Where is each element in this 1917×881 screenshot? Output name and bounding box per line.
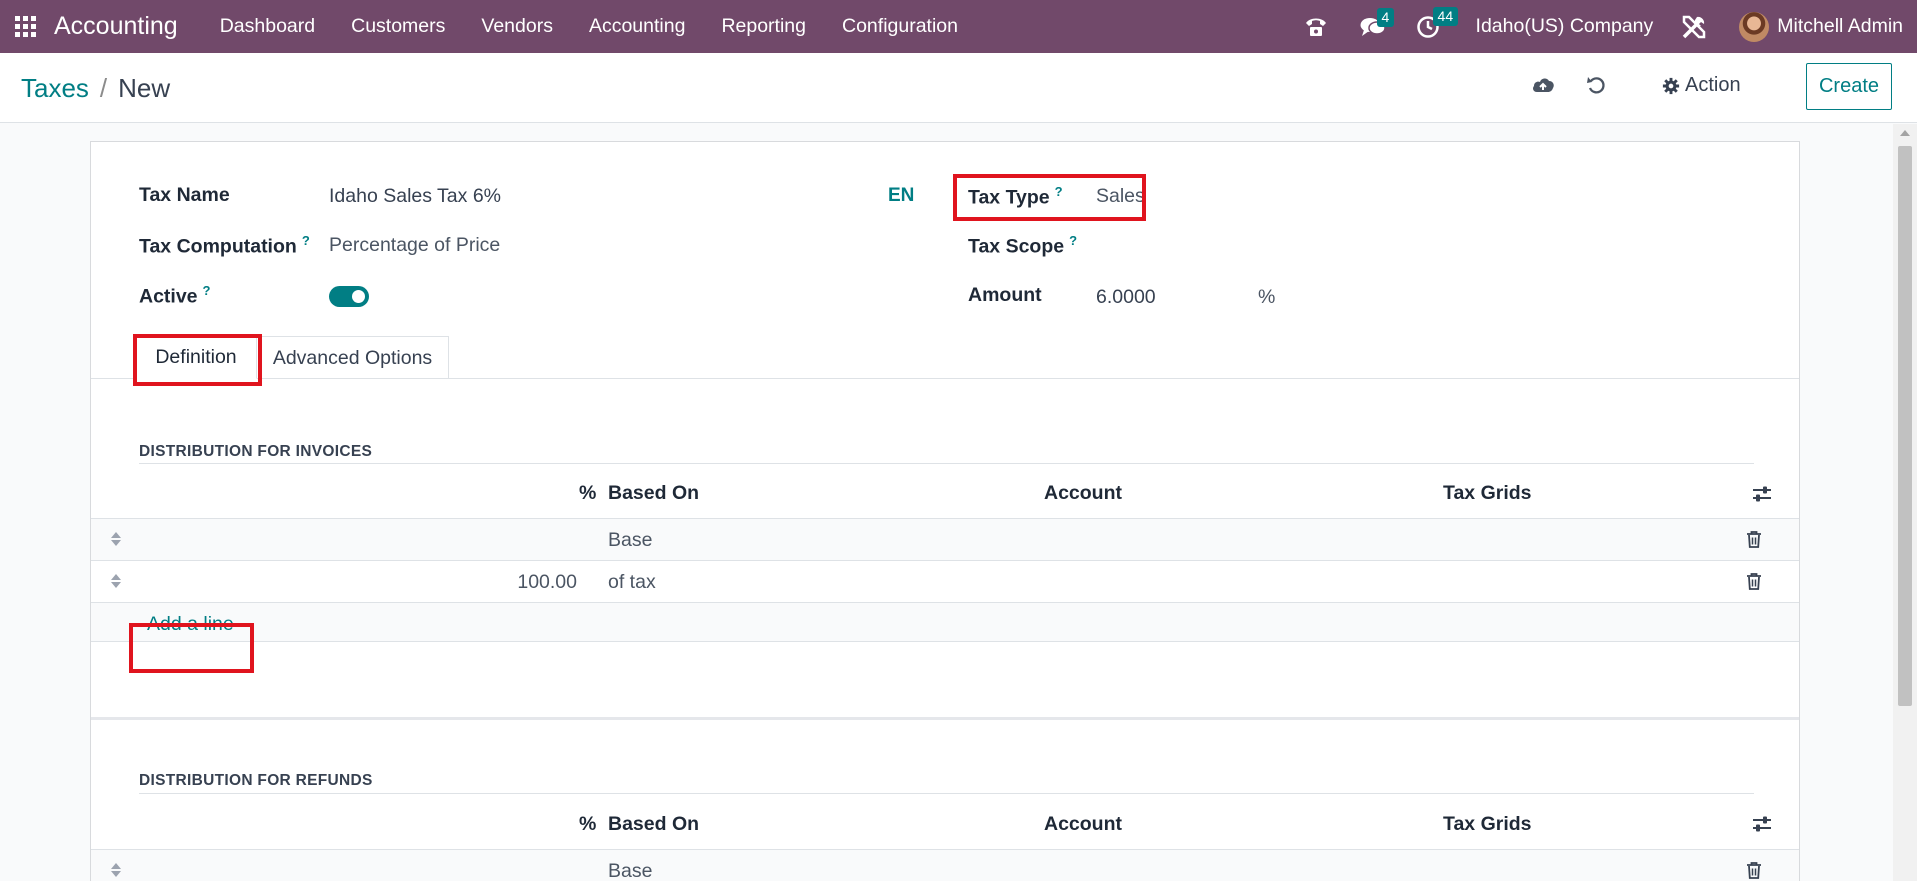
scrollbar-thumb[interactable] xyxy=(1898,146,1912,706)
invoices-section-title: DISTRIBUTION FOR INVOICES xyxy=(139,443,373,460)
action-menu-button[interactable]: Action xyxy=(1662,74,1741,97)
notebook-tabs: Definition Advanced Options xyxy=(91,336,1799,379)
table-row[interactable]: Base xyxy=(91,849,1799,881)
tax-computation-select[interactable]: Percentage of Price xyxy=(329,234,500,257)
active-label: Active? xyxy=(139,283,211,308)
tax-type-help-icon[interactable]: ? xyxy=(1055,184,1063,199)
trash-icon[interactable] xyxy=(1746,530,1762,553)
tax-name-input[interactable]: Idaho Sales Tax 6% xyxy=(329,185,501,208)
language-button[interactable]: EN xyxy=(888,185,914,207)
trash-icon[interactable] xyxy=(1746,861,1762,881)
tax-computation-help-icon[interactable]: ? xyxy=(302,233,310,248)
refunds-section-title: DISTRIBUTION FOR REFUNDS xyxy=(139,772,373,789)
menu-item-dashboard[interactable]: Dashboard xyxy=(202,15,333,38)
refunds-section-divider xyxy=(139,793,1754,794)
row-percent[interactable]: 100.00 xyxy=(457,571,577,594)
table-row[interactable]: 100.00 of tax xyxy=(91,560,1799,602)
drag-handle-icon[interactable] xyxy=(110,531,122,552)
active-help-icon[interactable]: ? xyxy=(203,283,211,298)
invoices-column-account[interactable]: Account xyxy=(1044,482,1122,505)
app-grid-icon[interactable] xyxy=(13,15,37,39)
add-line-row: Add a line xyxy=(91,602,1799,642)
menu-item-customers[interactable]: Customers xyxy=(333,15,463,38)
invoices-section-divider xyxy=(139,463,1754,464)
breadcrumb-current: New xyxy=(118,73,171,103)
debug-tools-icon[interactable] xyxy=(1681,14,1707,40)
tax-name-label: Tax Name xyxy=(139,184,230,206)
phone-icon[interactable] xyxy=(1304,16,1328,38)
gear-icon xyxy=(1662,77,1680,94)
tax-type-label: Tax Type? xyxy=(968,184,1063,209)
save-cloud-icon[interactable] xyxy=(1531,75,1555,100)
invoices-column-tax-grids[interactable]: Tax Grids xyxy=(1443,482,1532,505)
menu-item-vendors[interactable]: Vendors xyxy=(463,15,571,38)
discard-undo-icon[interactable] xyxy=(1586,75,1606,100)
scroll-up-arrow-icon[interactable] xyxy=(1900,130,1910,136)
active-toggle[interactable] xyxy=(329,286,369,307)
tax-type-select[interactable]: Sales xyxy=(1096,185,1145,208)
menu-item-reporting[interactable]: Reporting xyxy=(703,15,824,38)
navbar-systray: 4 44 Idaho(US) Company Mitchell Admin xyxy=(1304,0,1917,53)
invoices-column-percent[interactable]: % xyxy=(579,482,596,505)
section-separator xyxy=(91,717,1799,720)
top-navbar: Accounting Dashboard Customers Vendors A… xyxy=(0,0,1917,53)
menu-item-accounting[interactable]: Accounting xyxy=(571,15,703,38)
table-row[interactable]: Base xyxy=(91,518,1799,560)
tax-computation-label: Tax Computation? xyxy=(139,233,310,258)
row-based-on[interactable]: Base xyxy=(608,860,652,881)
create-button[interactable]: Create xyxy=(1806,63,1892,110)
user-avatar[interactable] xyxy=(1739,11,1770,42)
row-based-on[interactable]: of tax xyxy=(608,571,656,594)
app-title[interactable]: Accounting xyxy=(54,12,178,41)
messages-icon[interactable]: 4 xyxy=(1360,7,1395,38)
breadcrumb: Taxes / New xyxy=(21,73,170,104)
tax-scope-help-icon[interactable]: ? xyxy=(1069,233,1077,248)
tax-scope-select[interactable] xyxy=(1096,234,1336,258)
refunds-column-based-on[interactable]: Based On xyxy=(608,813,699,836)
amount-input[interactable]: 6.0000 xyxy=(1096,286,1156,309)
main-menu: Dashboard Customers Vendors Accounting R… xyxy=(202,15,976,38)
add-a-line-link[interactable]: Add a line xyxy=(147,613,234,636)
activity-clock-icon[interactable]: 44 xyxy=(1416,6,1459,39)
page-scrollbar[interactable] xyxy=(1893,124,1917,881)
row-based-on[interactable]: Base xyxy=(608,529,652,552)
amount-unit: % xyxy=(1258,286,1276,308)
refunds-column-account[interactable]: Account xyxy=(1044,813,1122,836)
optional-columns-sliders-icon[interactable] xyxy=(1752,815,1772,838)
breadcrumb-separator: / xyxy=(99,73,108,103)
refunds-column-percent[interactable]: % xyxy=(579,813,596,836)
tab-definition[interactable]: Definition xyxy=(135,336,257,379)
activities-badge: 44 xyxy=(1432,6,1459,26)
company-switcher[interactable]: Idaho(US) Company xyxy=(1476,15,1654,38)
trash-icon[interactable] xyxy=(1746,572,1762,595)
messages-badge: 4 xyxy=(1376,7,1395,27)
control-panel: Taxes / New Action Create xyxy=(0,53,1917,123)
tax-scope-label: Tax Scope? xyxy=(968,233,1078,258)
menu-item-configuration[interactable]: Configuration xyxy=(824,15,976,38)
form-sheet: Tax Name Idaho Sales Tax 6% EN Tax Compu… xyxy=(90,141,1800,881)
refunds-column-tax-grids[interactable]: Tax Grids xyxy=(1443,813,1532,836)
action-label: Action xyxy=(1685,74,1741,96)
drag-handle-icon[interactable] xyxy=(110,862,122,881)
invoices-column-based-on[interactable]: Based On xyxy=(608,482,699,505)
amount-label: Amount xyxy=(968,284,1042,306)
optional-columns-sliders-icon[interactable] xyxy=(1752,485,1772,508)
drag-handle-icon[interactable] xyxy=(110,573,122,594)
breadcrumb-taxes[interactable]: Taxes xyxy=(21,73,89,104)
tab-advanced-options[interactable]: Advanced Options xyxy=(257,336,449,379)
user-menu[interactable]: Mitchell Admin xyxy=(1777,15,1903,38)
